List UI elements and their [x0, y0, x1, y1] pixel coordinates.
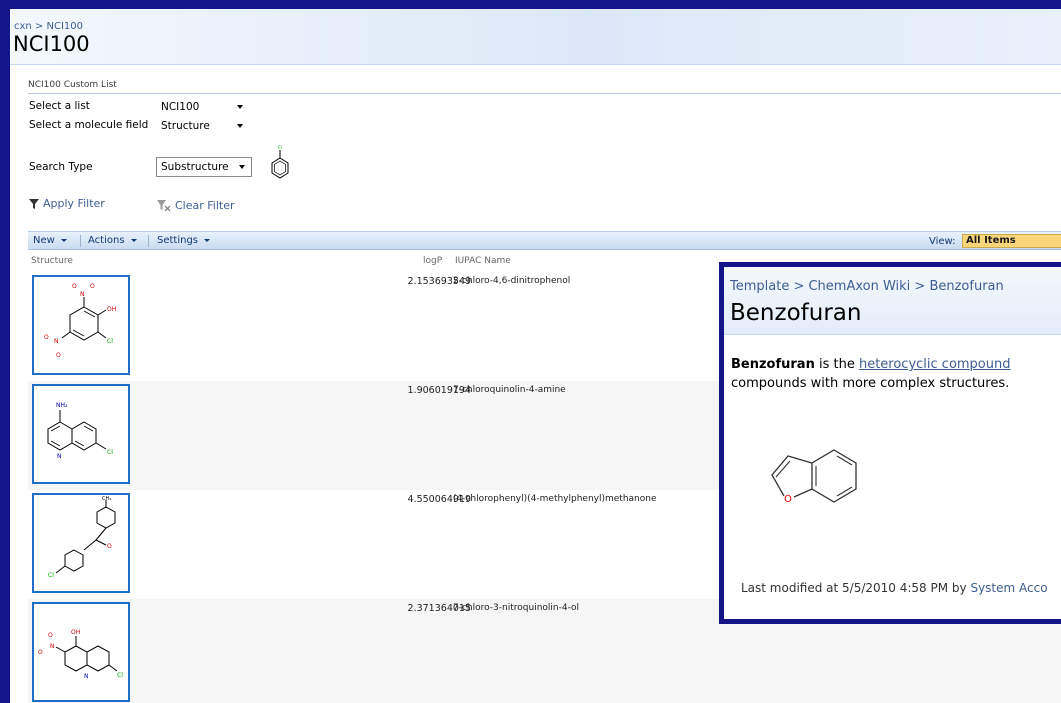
- structure-thumbnail[interactable]: CH₃ O Cl: [32, 493, 130, 593]
- select-list-dropdown[interactable]: NCI100: [156, 98, 250, 115]
- svg-text:O: O: [784, 494, 792, 505]
- actions-menu-label: Actions: [88, 235, 125, 246]
- svg-text:N: N: [80, 291, 85, 298]
- iupac-name: 2-chloro-4,6-dinitrophenol: [453, 276, 571, 286]
- iupac-name: (4-chlorophenyl)(4-methylphenyl)methanon…: [453, 494, 657, 504]
- benzofuran-popup-window[interactable]: Template > ChemAxon Wiki > Benzofuran Be…: [719, 262, 1061, 624]
- settings-menu-label: Settings: [157, 235, 199, 246]
- svg-text:Cl: Cl: [107, 449, 113, 456]
- structure-thumbnail[interactable]: OH N O O N Cl: [32, 602, 130, 702]
- new-menu-label: New: [33, 235, 55, 246]
- popup-breadcrumb[interactable]: Template > ChemAxon Wiki > Benzofuran: [730, 279, 1004, 294]
- search-type-value: Substructure: [161, 161, 229, 173]
- search-type-label: Search Type: [29, 161, 93, 173]
- svg-text:O: O: [38, 649, 43, 656]
- svg-text:N: N: [50, 643, 55, 650]
- column-header-structure[interactable]: Structure: [31, 256, 73, 266]
- select-field-label: Select a molecule field: [29, 119, 149, 131]
- modified-by-link[interactable]: System Acco: [970, 581, 1047, 595]
- column-header-iupac[interactable]: IUPAC Name: [455, 256, 511, 266]
- structure-image: NH₂ N Cl: [47, 402, 113, 460]
- select-list-value: NCI100: [161, 100, 200, 113]
- svg-text:O: O: [48, 632, 53, 639]
- svg-text:OH: OH: [71, 629, 80, 636]
- svg-text:O: O: [56, 352, 61, 359]
- heterocyclic-compound-link[interactable]: heterocyclic compound: [859, 357, 1011, 372]
- webpart-title: NCI100 Custom List: [28, 80, 1061, 94]
- toolbar-divider: [148, 235, 149, 247]
- list-toolbar: New Actions Settings View: All Items: [28, 231, 1061, 250]
- clear-filter-icon: [157, 199, 171, 211]
- new-menu-button[interactable]: New: [33, 235, 67, 246]
- iupac-name: 7-chloroquinolin-4-amine: [453, 385, 566, 395]
- view-selector[interactable]: All Items: [962, 234, 1061, 248]
- svg-text:Cl: Cl: [48, 572, 54, 579]
- search-type-dropdown[interactable]: Substructure: [156, 157, 252, 177]
- settings-menu-button[interactable]: Settings: [157, 235, 211, 246]
- svg-text:OH: OH: [107, 306, 116, 313]
- query-structure-icon[interactable]: Cl: [267, 145, 291, 187]
- popup-text-pre: is the: [814, 357, 859, 372]
- page-title: NCI100: [13, 32, 90, 56]
- clear-filter-link[interactable]: Clear Filter: [157, 199, 235, 212]
- toolbar-divider: [80, 235, 81, 247]
- svg-text:O: O: [72, 283, 77, 290]
- chevron-down-icon: [204, 239, 211, 242]
- popup-header: Template > ChemAxon Wiki > Benzofuran Be…: [724, 267, 1061, 335]
- breadcrumb[interactable]: cxn > NCI100: [14, 21, 83, 32]
- svg-text:Cl: Cl: [278, 145, 282, 150]
- svg-text:Cl: Cl: [107, 338, 113, 345]
- popup-term: Benzofuran: [731, 357, 815, 372]
- apply-filter-link[interactable]: Apply Filter: [29, 197, 105, 210]
- structure-image: CH₃ O Cl: [48, 496, 116, 579]
- popup-footer: Last modified at 5/5/2010 4:58 PM by Sys…: [741, 581, 1048, 595]
- benzofuran-structure-image: O: [771, 449, 857, 505]
- clear-filter-label: Clear Filter: [175, 199, 235, 212]
- select-list-label: Select a list: [29, 100, 90, 112]
- structure-thumbnail[interactable]: N O O OH Cl N O O: [32, 275, 130, 375]
- iupac-name: 7-chloro-3-nitroquinolin-4-ol: [453, 603, 579, 613]
- svg-text:N: N: [57, 453, 62, 460]
- apply-filter-label: Apply Filter: [43, 197, 105, 210]
- actions-menu-button[interactable]: Actions: [88, 235, 137, 246]
- column-header-logp[interactable]: logP: [423, 256, 442, 266]
- structure-image: OH N O O N Cl: [38, 629, 123, 680]
- svg-text:NH₂: NH₂: [56, 402, 68, 409]
- page-header: cxn > NCI100 NCI100: [10, 9, 1061, 65]
- svg-text:O: O: [44, 334, 49, 341]
- filter-icon: [29, 198, 39, 209]
- select-field-value: Structure: [161, 119, 210, 132]
- popup-text-line2: compounds with more complex structures.: [731, 376, 1010, 391]
- svg-text:N: N: [84, 673, 89, 680]
- svg-text:Cl: Cl: [117, 672, 123, 679]
- svg-text:CH₃: CH₃: [102, 496, 111, 502]
- popup-description: Benzofuran is the heterocyclic compound …: [731, 355, 1061, 393]
- popup-title: Benzofuran: [730, 300, 862, 326]
- chevron-down-icon: [239, 165, 245, 169]
- structure-thumbnail[interactable]: NH₂ N Cl: [32, 384, 130, 484]
- view-label: View:: [929, 236, 956, 247]
- chevron-down-icon: [130, 239, 137, 242]
- svg-text:O: O: [107, 543, 112, 550]
- chevron-down-icon: [60, 239, 67, 242]
- chevron-down-icon: [237, 105, 243, 109]
- view-value: All Items: [966, 235, 1016, 246]
- chevron-down-icon: [237, 124, 243, 128]
- svg-text:N: N: [54, 338, 59, 345]
- window-frame-left: [0, 0, 10, 703]
- svg-text:O: O: [90, 283, 95, 290]
- structure-image: N O O OH Cl N O O: [44, 283, 116, 359]
- window-frame-top: [0, 0, 1061, 9]
- select-field-dropdown[interactable]: Structure: [156, 117, 250, 134]
- last-modified-text: Last modified at 5/5/2010 4:58 PM by: [741, 581, 971, 595]
